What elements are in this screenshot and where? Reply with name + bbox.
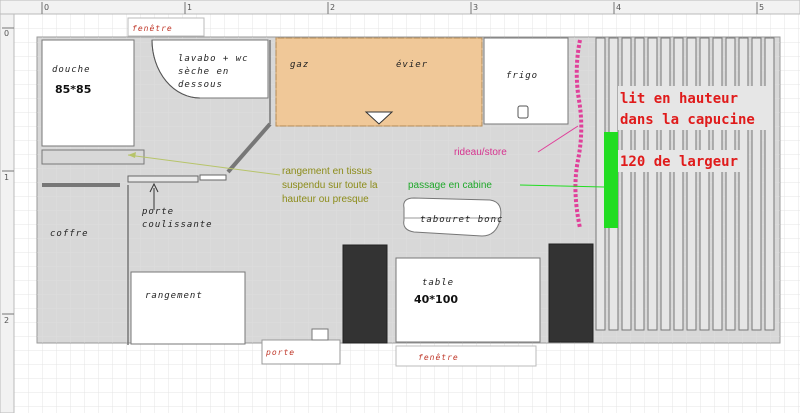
- chest-label: coffre: [50, 229, 89, 239]
- fabric-storage-note-3: hauteur ou presque: [282, 194, 369, 205]
- ruler-left-0: 0: [4, 29, 9, 38]
- passage-label: passage en cabine: [408, 180, 492, 191]
- ruler-left-1: 1: [4, 173, 9, 182]
- ruler-tick-5: 5: [759, 3, 764, 12]
- sliding-door-label-2: coulissante: [142, 220, 213, 230]
- bed-width-label: 120 de largeur: [620, 154, 738, 170]
- ruler-tick-3: 3: [473, 3, 478, 12]
- fabric-storage-note-2: suspendu sur toute la: [282, 180, 378, 191]
- fabric-storage-shelf: [41, 149, 145, 165]
- ruler-left-2: 2: [4, 316, 9, 325]
- storage-box-label: rangement: [145, 291, 203, 301]
- top-ruler: 0 1 2 3 4 5: [0, 0, 800, 15]
- right-bench-seat: [548, 243, 594, 343]
- bed-label-2: dans la capucine: [620, 112, 755, 128]
- left-ruler: 0 1 2: [0, 13, 15, 413]
- washbasin-label-1: lavabo + wc: [178, 54, 249, 64]
- ruler-tick-0: 0: [44, 3, 49, 12]
- washbasin-label-2: sèche en: [178, 66, 229, 77]
- ruler-tick-2: 2: [330, 3, 335, 12]
- storage-box: [130, 271, 246, 345]
- sliding-door-panel: [199, 174, 227, 181]
- door-step: [311, 328, 329, 341]
- cab-passage-marker: [604, 132, 618, 228]
- sliding-door-label-1: porte: [141, 207, 174, 217]
- shower-dimension: 85*85: [55, 83, 91, 96]
- fabric-storage-note-1: rangement en tissus: [282, 166, 372, 177]
- washbasin-label-3: dessous: [178, 80, 223, 90]
- top-window-label: fenêtre: [132, 23, 173, 33]
- ruler-tick-1: 1: [187, 3, 192, 12]
- entrance-door-label: porte: [265, 348, 295, 357]
- floor-plan: 0 1 2 3 4 5 0 1 2 fenêtre douche 85*85 l…: [0, 0, 800, 413]
- fridge-handle-icon: [517, 105, 529, 119]
- bottom-window: [395, 345, 537, 367]
- bottom-window-label: fenêtre: [418, 352, 459, 362]
- sliding-door-track: [127, 175, 199, 183]
- left-bench-seat: [342, 244, 388, 344]
- shower-label: douche: [52, 65, 91, 75]
- stool-bench-label: tabouret bonc: [420, 215, 503, 225]
- fridge-label: frigo: [506, 71, 538, 81]
- curtain-label: rideau/store: [454, 147, 507, 158]
- table-dimension: 40*100: [414, 293, 458, 306]
- sink-label: évier: [396, 59, 428, 70]
- stove-label: gaz: [290, 60, 309, 70]
- table-label: table: [422, 278, 454, 288]
- bed-label-1: lit en hauteur: [620, 91, 738, 107]
- floor-plan-canvas: 0 1 2 3 4 5 0 1 2 fenêtre douche 85*85 l…: [0, 0, 800, 413]
- ruler-tick-4: 4: [616, 3, 621, 12]
